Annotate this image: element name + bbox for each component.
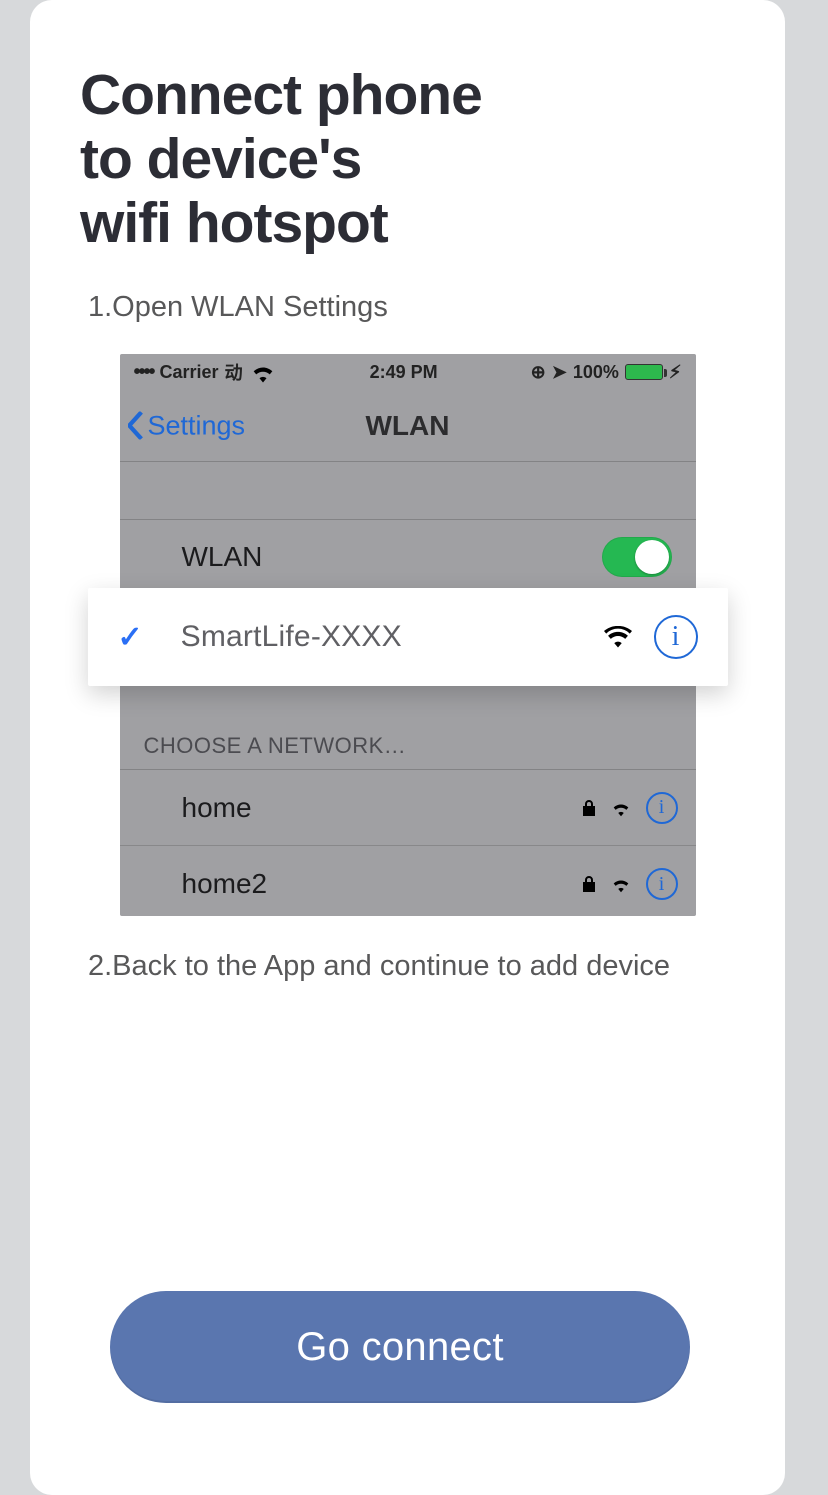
network-row-home[interactable]: home i	[120, 770, 696, 846]
go-connect-button[interactable]: Go connect	[110, 1291, 690, 1403]
network-name: home	[182, 792, 252, 824]
battery-pct: 100%	[573, 362, 619, 383]
title-line: to device's	[80, 127, 361, 191]
wlan-label: WLAN	[182, 541, 263, 573]
network-indicators: i	[582, 868, 678, 900]
info-icon[interactable]: i	[654, 615, 698, 659]
back-label: Settings	[148, 410, 246, 441]
lock-icon	[582, 875, 596, 893]
info-icon[interactable]: i	[646, 868, 678, 900]
choose-network-header: CHOOSE A NETWORK…	[120, 704, 696, 770]
rotation-lock-icon: ⊕	[531, 362, 546, 383]
nav-bar: Settings WLAN	[120, 390, 696, 462]
network-row-home2[interactable]: home2 i	[120, 846, 696, 916]
statusbar-left: •••• Carrier 动	[134, 359, 277, 385]
wlan-toggle-on[interactable]	[602, 537, 672, 577]
instruction-card: Connect phone to device's wifi hotspot 1…	[30, 0, 785, 1495]
carrier-name: Carrier	[160, 362, 219, 383]
wifi-icon	[610, 875, 632, 893]
selected-indicators: i	[604, 615, 698, 659]
cta-label: Go connect	[296, 1325, 504, 1370]
step-2-text: 2.Back to the App and continue to add de…	[80, 950, 735, 983]
statusbar-time: 2:49 PM	[370, 362, 438, 383]
wifi-icon	[610, 799, 632, 817]
nav-title: WLAN	[366, 410, 450, 442]
statusbar-right: ⊕ ➤ 100% ⚡︎	[531, 362, 682, 383]
chevron-left-icon	[128, 412, 144, 440]
wifi-icon	[249, 361, 277, 383]
checkmark-icon: ✓	[118, 620, 143, 655]
wifi-icon	[604, 626, 632, 648]
page-title: Connect phone to device's wifi hotspot	[80, 64, 735, 255]
wlan-toggle-row[interactable]: WLAN	[120, 520, 696, 594]
phone-settings-mock: •••• Carrier 动 2:49 PM ⊕ ➤ 100% ⚡︎ Settin…	[120, 354, 696, 916]
signal-dots-icon: ••••	[134, 361, 154, 384]
location-icon: ➤	[552, 362, 567, 383]
title-line: Connect phone	[80, 63, 482, 127]
statusbar: •••• Carrier 动 2:49 PM ⊕ ➤ 100% ⚡︎	[120, 354, 696, 390]
carrier-suffix: 动	[225, 359, 243, 385]
lock-icon	[582, 799, 596, 817]
step-1-text: 1.Open WLAN Settings	[80, 291, 735, 324]
selected-left: ✓ SmartLife-XXXX	[118, 620, 402, 655]
title-line: wifi hotspot	[80, 191, 388, 255]
charging-icon: ⚡︎	[669, 362, 682, 383]
network-indicators: i	[582, 792, 678, 824]
section-spacer	[120, 462, 696, 520]
selected-network-name: SmartLife-XXXX	[181, 620, 402, 654]
info-icon[interactable]: i	[646, 792, 678, 824]
battery-icon	[625, 364, 663, 380]
selected-network-row[interactable]: ✓ SmartLife-XXXX i	[88, 588, 728, 686]
network-name: home2	[182, 868, 268, 900]
back-button[interactable]: Settings	[128, 410, 246, 441]
